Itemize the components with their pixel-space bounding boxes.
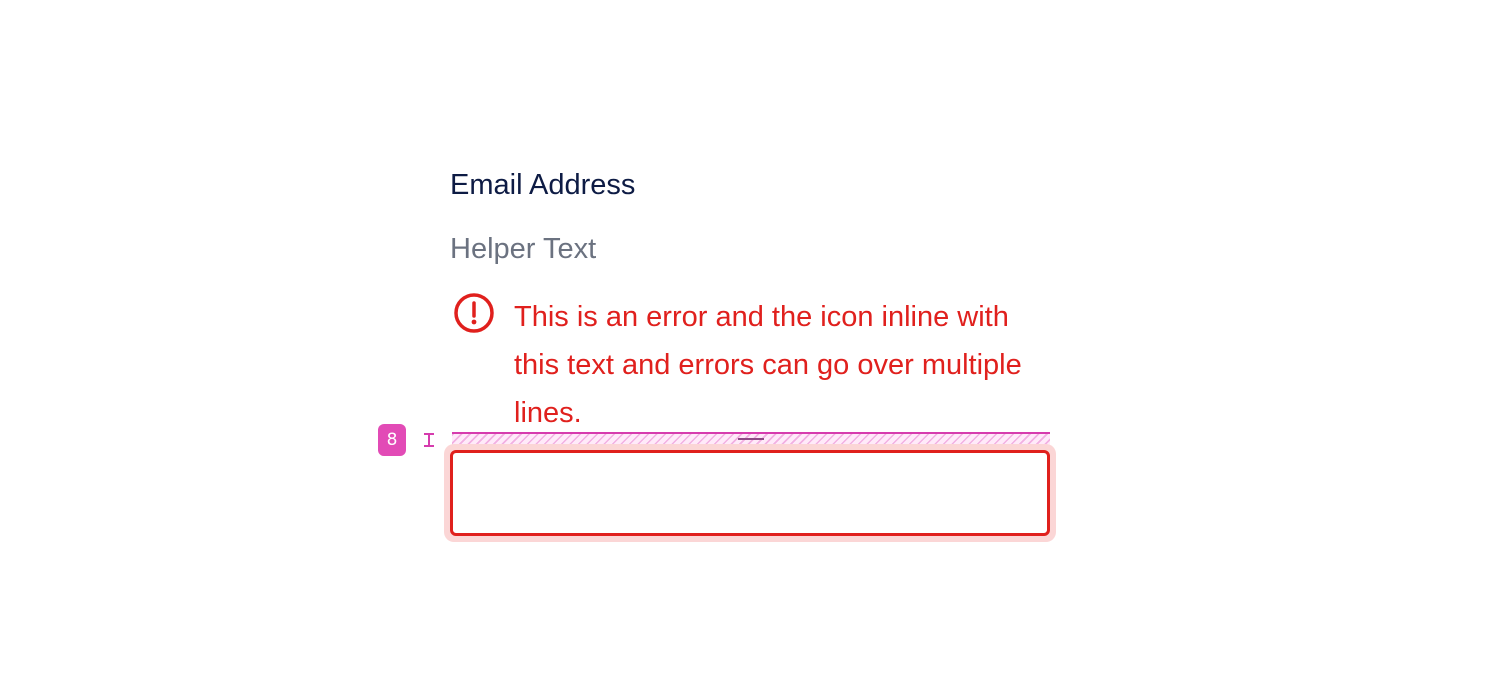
i-beam-icon: [424, 433, 434, 447]
exclamation-circle-icon: [454, 293, 494, 333]
spacing-center-mark: [738, 438, 764, 440]
error-message: This is an error and the icon inline wit…: [514, 301, 1022, 429]
spacing-value-badge: 8: [378, 424, 406, 456]
error-message-row: This is an error and the icon inline wit…: [450, 293, 1050, 437]
helper-text: Helper Text: [450, 233, 597, 265]
email-input[interactable]: [450, 450, 1050, 536]
email-form-field: Email Address Helper Text This is an err…: [450, 165, 1050, 437]
field-label: Email Address: [450, 169, 636, 201]
